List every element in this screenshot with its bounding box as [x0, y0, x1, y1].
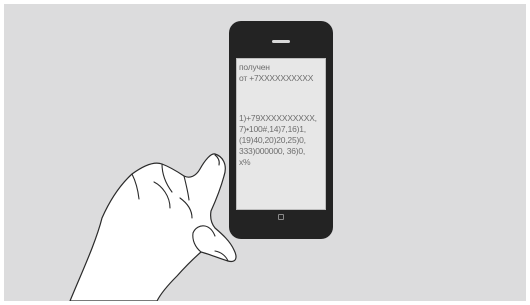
pointing-hand-icon	[69, 153, 237, 301]
illustration-canvas: получен от +7XXXXXXXXXX 1)+79XXXXXXXXXX,…	[4, 4, 526, 301]
